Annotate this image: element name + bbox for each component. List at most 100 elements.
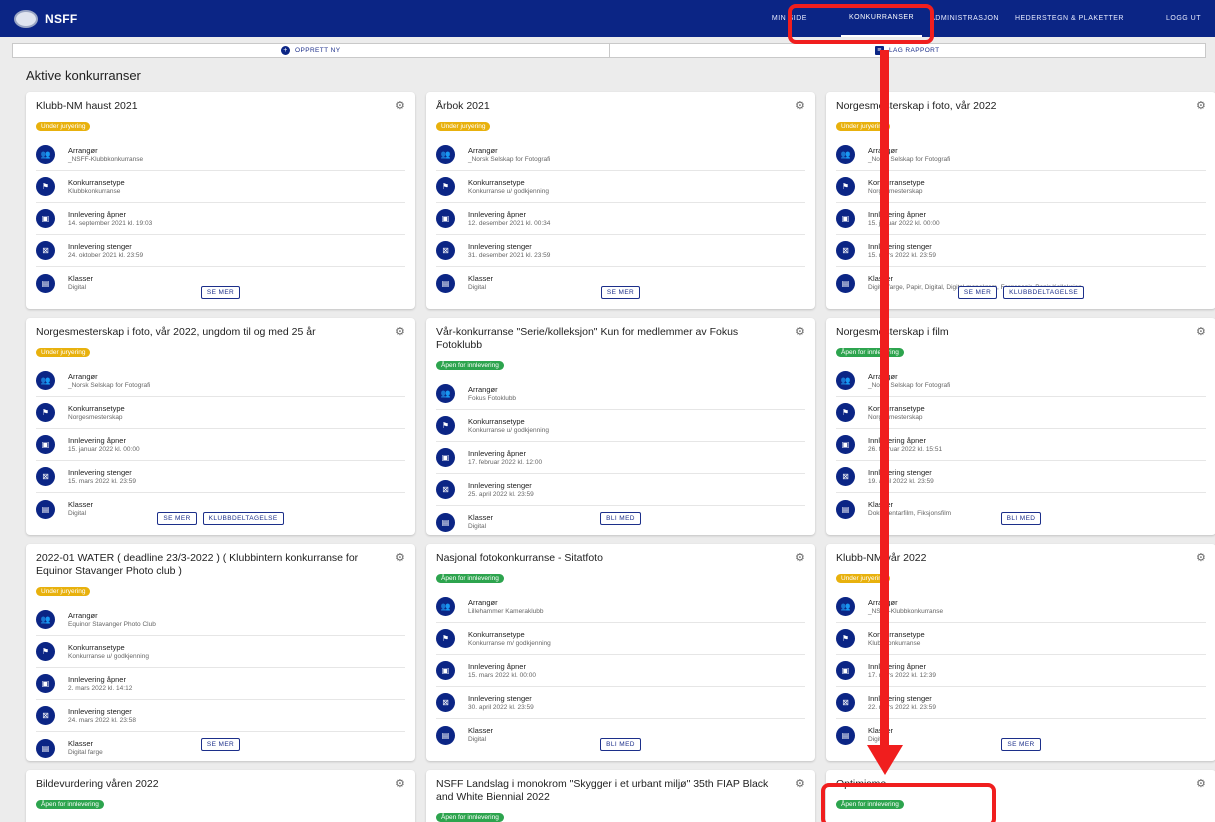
- gear-icon[interactable]: ⚙: [795, 552, 807, 564]
- submission-closes-value: 19. april 2022 kl. 23:59: [868, 477, 934, 485]
- organizer-value: Equinor Stavanger Photo Club: [68, 620, 156, 628]
- create-report-button[interactable]: ≡ LAG RAPPORT: [608, 44, 1206, 57]
- submission-closes-row: ⊠ Innlevering stenger 31. desember 2021 kl…: [436, 235, 805, 267]
- competition-type-row: ⚑ Konkurransetype Klubbkonkurranse: [36, 171, 405, 203]
- submission-opens-value: 17. mars 2022 kl. 12:39: [868, 671, 936, 679]
- submission-opens-label: Innlevering åpner: [68, 674, 126, 684]
- join-button[interactable]: BLI MED: [1000, 512, 1042, 525]
- classes-label: Klasser: [68, 274, 94, 283]
- submission-opens-row: ▣ Innlevering åpner 12. desember 2021 kl. …: [436, 203, 805, 235]
- status-badge: Åpen for innlevering: [836, 348, 904, 357]
- calendar-check-icon: ▣: [36, 674, 55, 693]
- gear-icon[interactable]: ⚙: [1196, 100, 1208, 112]
- submission-closes-row: ⊠ Innlevering stenger 19. april 2022 kl. 2…: [836, 461, 1206, 493]
- competition-type-label: Konkurransetype: [868, 177, 925, 187]
- competition-type-row: ⚑ Konkurransetype Konkurranse u/ godkjenni…: [36, 636, 405, 668]
- see-more-button[interactable]: SE MER: [957, 286, 998, 299]
- gear-icon[interactable]: ⚙: [395, 326, 407, 338]
- competition-type-value: Klubbkonkurranse: [868, 639, 921, 647]
- organizer-row: 👥Arrangør_Norsk Selskap for Fotografi: [436, 139, 805, 171]
- gear-icon[interactable]: ⚙: [1196, 778, 1208, 790]
- status-badge: Åpen for innlevering: [36, 800, 104, 809]
- classes-label: Klasser: [468, 274, 494, 283]
- status-badge: Åpen for innlevering: [436, 574, 504, 583]
- organizer-value: _Norsk Selskap for Fotografi: [68, 381, 151, 389]
- card-title: Norgesmesterskap i foto, vår 2022, ungdo…: [36, 326, 316, 338]
- organizer-row: 👥Arrangør_NSFF-Klubbkonkurranse: [836, 591, 1206, 623]
- gear-icon[interactable]: ⚙: [395, 778, 407, 790]
- create-new-label: OPPRETT NY: [295, 47, 341, 54]
- submission-opens-value: 15. januar 2022 kl. 00:00: [68, 445, 140, 453]
- see-more-button[interactable]: SE MER: [200, 286, 241, 299]
- calendar-check-icon: ▣: [36, 209, 55, 228]
- gear-icon[interactable]: ⚙: [1196, 326, 1208, 338]
- calendar-x-icon: ⊠: [436, 480, 455, 499]
- submission-closes-value: 25. april 2022 kl. 23:59: [468, 490, 534, 498]
- competition-card: Klubb-NM haust 2021 ⚙ Under juryering 👥 Arra…: [26, 92, 415, 309]
- competition-type-value: Norgesmesterskap: [68, 413, 123, 421]
- organizer-label: Arrangør: [468, 145, 498, 155]
- see-more-button[interactable]: SE MER: [157, 512, 197, 525]
- submission-opens-label: Innlevering åpner: [868, 661, 926, 671]
- card-actions: SE MER: [426, 286, 815, 299]
- submission-closes-row: ⊠ Innlevering stenger 15. mars 2022 kl. 23…: [836, 235, 1206, 267]
- submission-closes-row: ⊠ Innlevering stenger 25. april 2022 kl. 2…: [436, 474, 805, 506]
- top-navigation-bar: NSFF MIN SIDE KONKURRANSER ADMINISTRASJO…: [0, 0, 1215, 37]
- gear-icon[interactable]: ⚙: [395, 100, 407, 112]
- calendar-check-icon: ▣: [836, 661, 855, 680]
- join-button[interactable]: BLI MED: [600, 738, 641, 751]
- calendar-x-icon: ⊠: [436, 241, 455, 260]
- competition-type-value: Konkurranse u/ godkjenning: [468, 187, 549, 195]
- flag-icon: ⚑: [36, 403, 55, 422]
- organizer-value: Fokus Fotoklubb: [468, 394, 517, 402]
- submission-opens-label: Innlevering åpner: [468, 448, 526, 458]
- flag-icon: ⚑: [436, 629, 455, 648]
- see-more-button[interactable]: SE MER: [200, 738, 241, 751]
- submission-closes-label: Innlevering stenger: [868, 241, 932, 251]
- calendar-x-icon: ⊠: [836, 467, 855, 486]
- join-button[interactable]: BLI MED: [600, 512, 641, 525]
- competition-type-label: Konkurransetype: [468, 416, 525, 426]
- page: NSFF MIN SIDE KONKURRANSER ADMINISTRASJO…: [0, 0, 1215, 822]
- status-badge: Under juryering: [436, 122, 491, 131]
- gear-icon[interactable]: ⚙: [795, 100, 807, 112]
- club-participation-button[interactable]: KLUBBDELTAGELSE: [1003, 286, 1085, 299]
- gear-icon[interactable]: ⚙: [395, 552, 407, 564]
- competition-type-value: Konkurranse u/ godkjenning: [468, 426, 549, 434]
- club-participation-button[interactable]: KLUBBDELTAGELSE: [202, 512, 284, 525]
- submission-closes-label: Innlevering stenger: [68, 241, 132, 251]
- submission-closes-value: 30. april 2022 kl. 23:59: [468, 703, 534, 711]
- card-title: Bildevurdering våren 2022: [36, 778, 159, 790]
- nav-hederstegn-plaketter[interactable]: HEDERSTEGN & PLAKETTER: [1007, 0, 1132, 37]
- nav-administrasjon[interactable]: ADMINISTRASJON: [922, 0, 1007, 37]
- status-badge: Under juryering: [36, 587, 91, 596]
- logo-text: NSFF: [45, 11, 78, 26]
- competition-card: Vår-konkurranse "Serie/kolleksjon" Kun f…: [426, 318, 815, 535]
- competition-grid: Klubb-NM haust 2021 ⚙ Under juryering 👥 Arra…: [26, 92, 1215, 822]
- competition-card: Nasjonal fotokonkurranse - Sitatfoto ⚙ Åpe…: [426, 544, 815, 761]
- gear-icon[interactable]: ⚙: [1196, 552, 1208, 564]
- organizer-label: Arrangør: [68, 145, 98, 155]
- gear-icon[interactable]: ⚙: [795, 326, 807, 338]
- competition-type-row: ⚑ Konkurransetype Norgesmesterskap: [836, 171, 1206, 203]
- classes-label: Klasser: [868, 274, 1082, 283]
- organizer-row: 👥 Arrangør Fokus Fotoklubb: [436, 378, 805, 410]
- submission-opens-row: ▣ Innlevering åpner 15. januar 2022 kl. 00…: [836, 203, 1206, 235]
- competition-type-value: Konkurranse u/ godkjenning: [68, 652, 149, 660]
- classes-label: Klasser: [468, 726, 494, 735]
- see-more-button[interactable]: SE MER: [600, 286, 641, 299]
- submission-opens-label: Innlevering åpner: [468, 209, 526, 219]
- submission-closes-row: ⊠ Innlevering stenger 15. mars 2022 kl. 23…: [36, 461, 405, 493]
- competition-type-row: ⚑ Konkurransetype Klubbkonkurranse: [836, 623, 1206, 655]
- plus-circle-icon: +: [281, 46, 291, 55]
- see-more-button[interactable]: SE MER: [1001, 738, 1041, 751]
- status-badge: Åpen for innlevering: [436, 813, 504, 822]
- gear-icon[interactable]: ⚙: [795, 778, 807, 790]
- organizer-row: 👥 Arrangør Equinor Stavanger Photo Club: [36, 604, 405, 636]
- create-new-button[interactable]: + OPPRETT NY: [13, 44, 609, 57]
- competition-card: Norgesmesterskap i foto, vår 2022, ungdo…: [26, 318, 415, 535]
- nsff-logo[interactable]: NSFF: [14, 9, 78, 28]
- competition-type-row: ⚑ Konkurransetype Konkurranse u/ godkjenni…: [436, 171, 805, 203]
- nav-logg-ut[interactable]: LOGG UT: [1158, 0, 1209, 37]
- organizer-row: 👥Arrangør_Norsk Selskap for Fotografi: [836, 365, 1206, 397]
